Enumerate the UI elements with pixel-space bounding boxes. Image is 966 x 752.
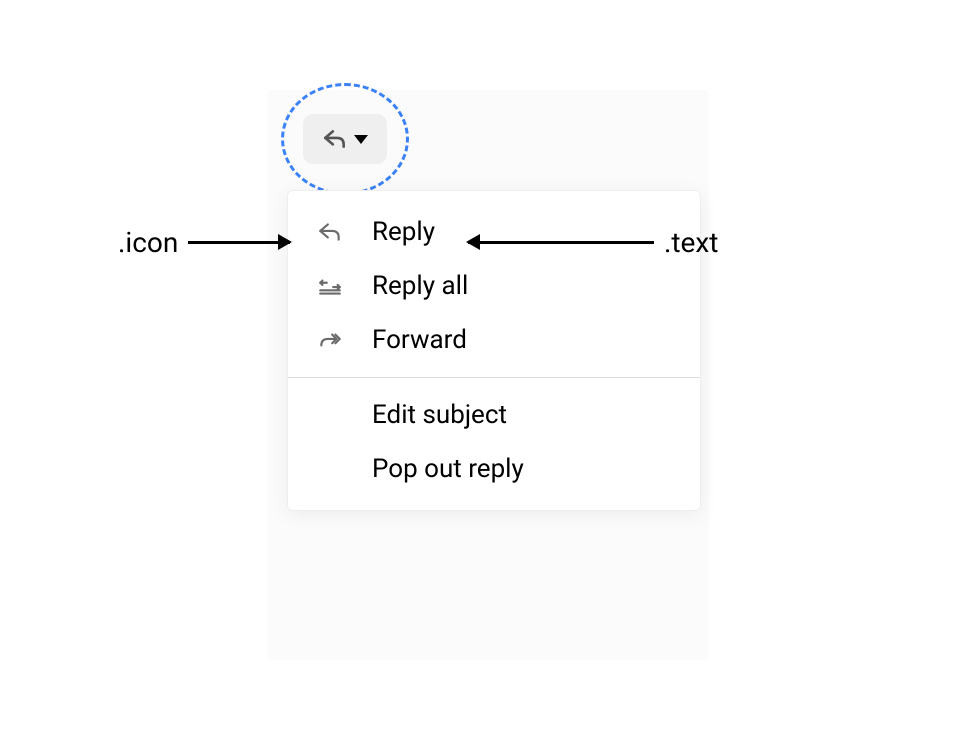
arrow-right-icon bbox=[188, 241, 290, 244]
reply-all-icon bbox=[316, 272, 344, 300]
menu-item-label: Reply bbox=[372, 217, 435, 247]
menu-item-label: Forward bbox=[372, 325, 467, 355]
reply-icon bbox=[322, 126, 348, 152]
menu-item-edit-subject[interactable]: Edit subject bbox=[288, 388, 700, 442]
menu-divider bbox=[288, 377, 700, 378]
annotation-label: .icon bbox=[118, 226, 178, 259]
stage-background: Reply Reply all bbox=[267, 90, 709, 660]
reply-icon bbox=[316, 218, 344, 246]
menu-item-label: Pop out reply bbox=[372, 454, 524, 484]
annotation-text: .text bbox=[468, 226, 718, 259]
menu-item-label: Reply all bbox=[372, 271, 468, 301]
forward-icon bbox=[316, 326, 344, 354]
reply-dropdown-button[interactable] bbox=[303, 114, 387, 164]
arrow-left-icon bbox=[468, 241, 654, 244]
annotation-icon: .icon bbox=[118, 226, 290, 259]
menu-item-pop-out-reply[interactable]: Pop out reply bbox=[288, 442, 700, 496]
chevron-down-icon bbox=[354, 135, 368, 144]
menu-item-label: Edit subject bbox=[372, 400, 507, 430]
annotation-label: .text bbox=[664, 226, 718, 259]
menu-item-reply-all[interactable]: Reply all bbox=[288, 259, 700, 313]
menu-item-forward[interactable]: Forward bbox=[288, 313, 700, 367]
